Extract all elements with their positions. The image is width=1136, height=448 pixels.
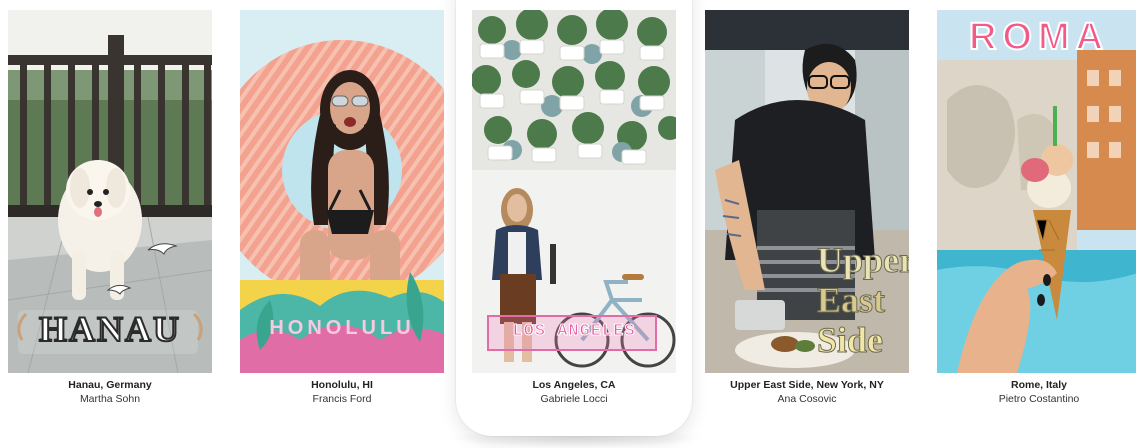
filter-word: Side bbox=[817, 320, 884, 361]
caption-rome: Rome, Italy Pietro Costantino bbox=[937, 379, 1136, 406]
location-label: Honolulu, HI bbox=[311, 379, 373, 391]
filter-word: East bbox=[817, 280, 886, 321]
photo-los-angeles: LOS ANGELES bbox=[472, 10, 676, 373]
geofilter-card-rome[interactable]: ROMA Rome, Italy Pietro Costantino bbox=[937, 10, 1136, 406]
geofilter-text-rome: ROMA bbox=[968, 15, 1110, 59]
geofilter-card-upper-east-side[interactable]: Upper East Side Upper East Side, New Yor… bbox=[705, 10, 909, 406]
author-label: Gabriele Locci bbox=[540, 393, 608, 405]
photo-hanau: HANAU bbox=[8, 10, 212, 373]
geofilter-card-hanau[interactable]: HANAU Hanau, Germany Martha Sohn bbox=[8, 10, 212, 406]
caption-hanau: Hanau, Germany Martha Sohn bbox=[8, 379, 212, 406]
geofilter-text-hanau: HANAU bbox=[38, 308, 181, 350]
caption-honolulu: Honolulu, HI Francis Ford bbox=[240, 379, 444, 406]
photo-rome: ROMA bbox=[937, 10, 1136, 373]
geofilter-text-upper-east-side: Upper East Side bbox=[817, 240, 910, 361]
location-label: Upper East Side, New York, NY bbox=[730, 379, 884, 391]
author-label: Ana Cosovic bbox=[777, 393, 837, 405]
caption-upper-east-side: Upper East Side, New York, NY Ana Cosovi… bbox=[705, 379, 909, 406]
filter-word: Upper bbox=[817, 240, 910, 281]
geofilter-card-honolulu[interactable]: HONOLULU Honolulu, HI Francis Ford bbox=[240, 10, 444, 406]
location-label: Los Angeles, CA bbox=[532, 379, 616, 391]
geofilter-text-honolulu: HONOLULU bbox=[269, 317, 415, 339]
author-label: Martha Sohn bbox=[79, 393, 141, 405]
location-label: Rome, Italy bbox=[1010, 379, 1068, 391]
photo-honolulu: HONOLULU bbox=[240, 10, 444, 373]
geofilter-card-los-angeles[interactable]: LOS ANGELES Los Angeles, CA Gabriele Loc… bbox=[472, 10, 676, 406]
geofilter-text-los-angeles: LOS ANGELES bbox=[512, 322, 636, 342]
author-label: Pietro Costantino bbox=[998, 393, 1080, 405]
photo-upper-east-side: Upper East Side bbox=[705, 10, 909, 373]
caption-los-angeles: Los Angeles, CA Gabriele Locci bbox=[472, 379, 676, 406]
location-label: Hanau, Germany bbox=[68, 379, 152, 391]
author-label: Francis Ford bbox=[312, 393, 372, 405]
